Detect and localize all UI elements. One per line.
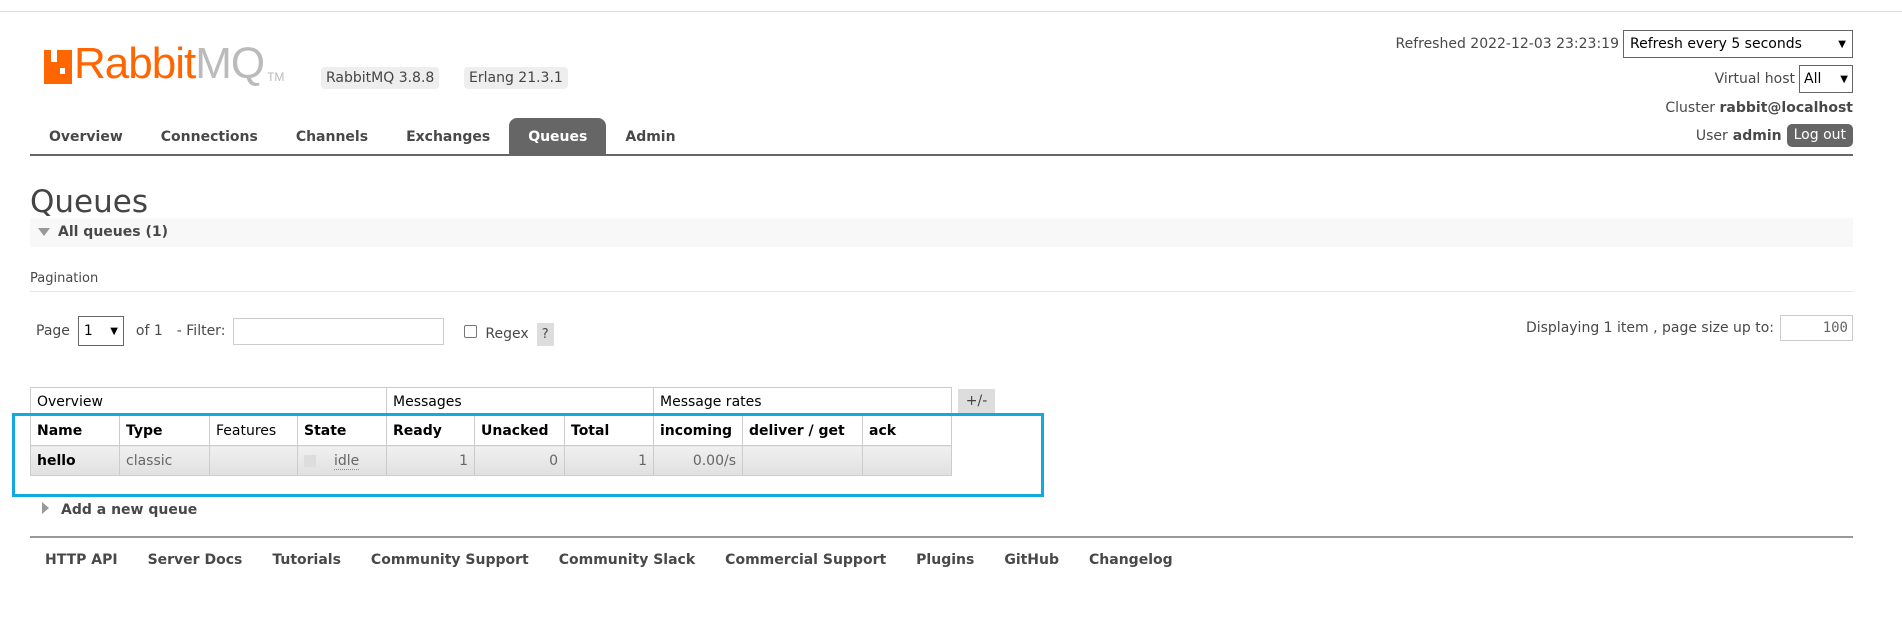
footer-links: HTTP API Server Docs Tutorials Community… — [45, 548, 1173, 572]
page-select[interactable]: 1 ▼ — [77, 316, 124, 346]
page-size-input[interactable] — [1780, 315, 1853, 341]
regex-checkbox[interactable] — [464, 324, 478, 338]
vhost-select-value: All — [1804, 71, 1822, 87]
refresh-select-value: Refresh every 5 seconds — [1630, 36, 1802, 52]
footer-divider — [30, 536, 1853, 538]
rabbit-logo-icon — [44, 50, 72, 84]
cluster-value: rabbit@localhost — [1719, 100, 1853, 116]
logo-text-mq: MQ — [195, 39, 265, 88]
version-badge: RabbitMQ 3.8.8 — [321, 67, 440, 89]
section-title: All queues (1) — [58, 224, 168, 240]
chevron-down-icon: ▼ — [110, 325, 118, 337]
logo-tm: TM — [267, 70, 285, 84]
add-queue-section-toggle[interactable]: Add a new queue — [42, 498, 197, 522]
page-title: Queues — [30, 184, 148, 220]
footer-link-community-slack[interactable]: Community Slack — [559, 548, 695, 572]
tab-overview[interactable]: Overview — [30, 118, 142, 154]
tab-connections[interactable]: Connections — [142, 118, 277, 154]
group-message-rates: Message rates — [653, 387, 952, 416]
footer-link-plugins[interactable]: Plugins — [916, 548, 974, 572]
cluster-info: Cluster rabbit@localhost — [1665, 100, 1853, 116]
displaying-text: Displaying 1 item , page size up to: — [1525, 320, 1774, 336]
pagination-label: Pagination — [30, 271, 99, 286]
vhost-label: Virtual host — [1714, 71, 1795, 87]
page-count: of 1 — [135, 323, 163, 339]
top-divider — [0, 11, 1902, 12]
regex-label: Regex — [485, 326, 529, 342]
group-messages: Messages — [386, 387, 654, 416]
add-queue-label: Add a new queue — [61, 502, 198, 518]
tab-exchanges[interactable]: Exchanges — [387, 118, 509, 154]
tab-admin[interactable]: Admin — [606, 118, 694, 154]
footer-link-tutorials[interactable]: Tutorials — [272, 548, 341, 572]
footer-link-http-api[interactable]: HTTP API — [45, 548, 118, 572]
filter-label: - Filter: — [176, 323, 226, 339]
footer-link-community-support[interactable]: Community Support — [371, 548, 529, 572]
vhost-select[interactable]: All ▼ — [1799, 65, 1853, 93]
chevron-down-icon: ▼ — [1840, 73, 1848, 85]
main-nav: Overview Connections Channels Exchanges … — [30, 118, 1853, 156]
columns-toggle-button[interactable]: +/- — [958, 389, 995, 414]
tab-queues[interactable]: Queues — [509, 118, 607, 154]
tab-channels[interactable]: Channels — [277, 118, 387, 154]
rabbitmq-logo[interactable]: Rabbit MQ TM — [44, 39, 285, 88]
logo-text: Rabbit — [74, 39, 196, 88]
footer-link-github[interactable]: GitHub — [1004, 548, 1059, 572]
cluster-label: Cluster — [1665, 100, 1716, 116]
refresh-interval-select[interactable]: Refresh every 5 seconds ▼ — [1623, 30, 1853, 58]
footer-link-server-docs[interactable]: Server Docs — [148, 548, 243, 572]
filter-input[interactable] — [233, 317, 445, 345]
regex-help-button[interactable]: ? — [536, 322, 554, 346]
triangle-right-icon — [42, 502, 49, 514]
highlight-box — [12, 413, 1044, 497]
page-label: Page — [36, 323, 70, 339]
all-queues-section-toggle[interactable]: All queues (1) — [30, 218, 1853, 247]
group-overview: Overview — [30, 387, 387, 416]
footer-link-commercial-support[interactable]: Commercial Support — [725, 548, 886, 572]
chevron-down-icon: ▼ — [1838, 38, 1846, 50]
footer-link-changelog[interactable]: Changelog — [1089, 548, 1173, 572]
divider — [30, 291, 1853, 292]
page-select-value: 1 — [83, 323, 93, 339]
triangle-down-icon — [38, 228, 50, 236]
erlang-badge: Erlang 21.3.1 — [464, 67, 568, 89]
refreshed-time: Refreshed 2022-12-03 23:23:19 — [1395, 36, 1619, 52]
